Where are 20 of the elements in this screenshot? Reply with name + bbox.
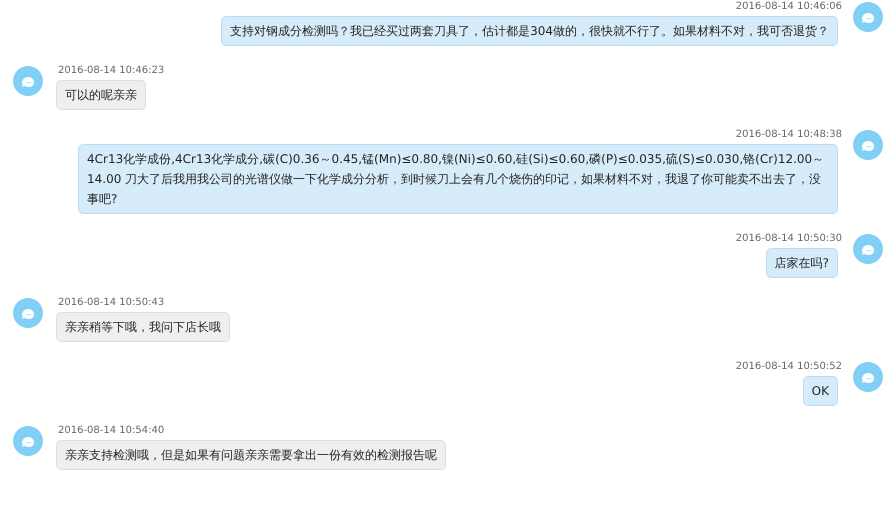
message-bubble: 可以的呢亲亲 [56,80,146,110]
message-time: 2016-08-14 10:50:43 [58,297,164,309]
message-bubble: 店家在吗? [766,248,838,278]
avatar-icon [853,234,883,264]
message-time: 2016-08-14 10:46:06 [736,1,842,13]
message-bubble: 4Cr13化学成份,4Cr13化学成分,碳(C)0.36～0.45,锰(Mn)≤0.80,镍(Ni)≤0.60,硅(Si)≤0.60,磷(P)≤0.035,硫(S)≤0.030,铬(Cr)12.00～14.00 刀大了后我用我公司的光谱仪做一下化学成分分析，到时候刀上会有几个烧伤的印记，如果材料不对，我退了你可能卖不出去了，没事吧? [78,144,838,214]
message-time: 2016-08-14 10:54:40 [58,425,164,437]
message-bubble: 亲亲支持检测哦，但是如果有问题亲亲需要拿出一份有效的检测报告呢 [56,440,446,470]
message-bubble: OK [802,376,838,406]
avatar-icon [853,130,883,160]
avatar-icon [853,362,883,392]
message-time: 2016-08-14 10:50:52 [736,361,842,373]
message-time: 2016-08-14 10:50:30 [736,233,842,245]
message-time: 2016-08-14 10:46:23 [58,65,164,77]
message-time: 2016-08-14 10:48:38 [736,129,842,141]
message-bubble: 支持对钢成分检测吗？我已经买过两套刀具了，估计都是304做的，很快就不行了。如果材料不对，我可否退货？ [221,16,838,46]
avatar-icon [13,66,43,96]
avatar-icon [13,426,43,456]
message-bubble: 亲亲稍等下哦，我问下店长哦 [56,312,230,342]
avatar-icon [13,298,43,328]
